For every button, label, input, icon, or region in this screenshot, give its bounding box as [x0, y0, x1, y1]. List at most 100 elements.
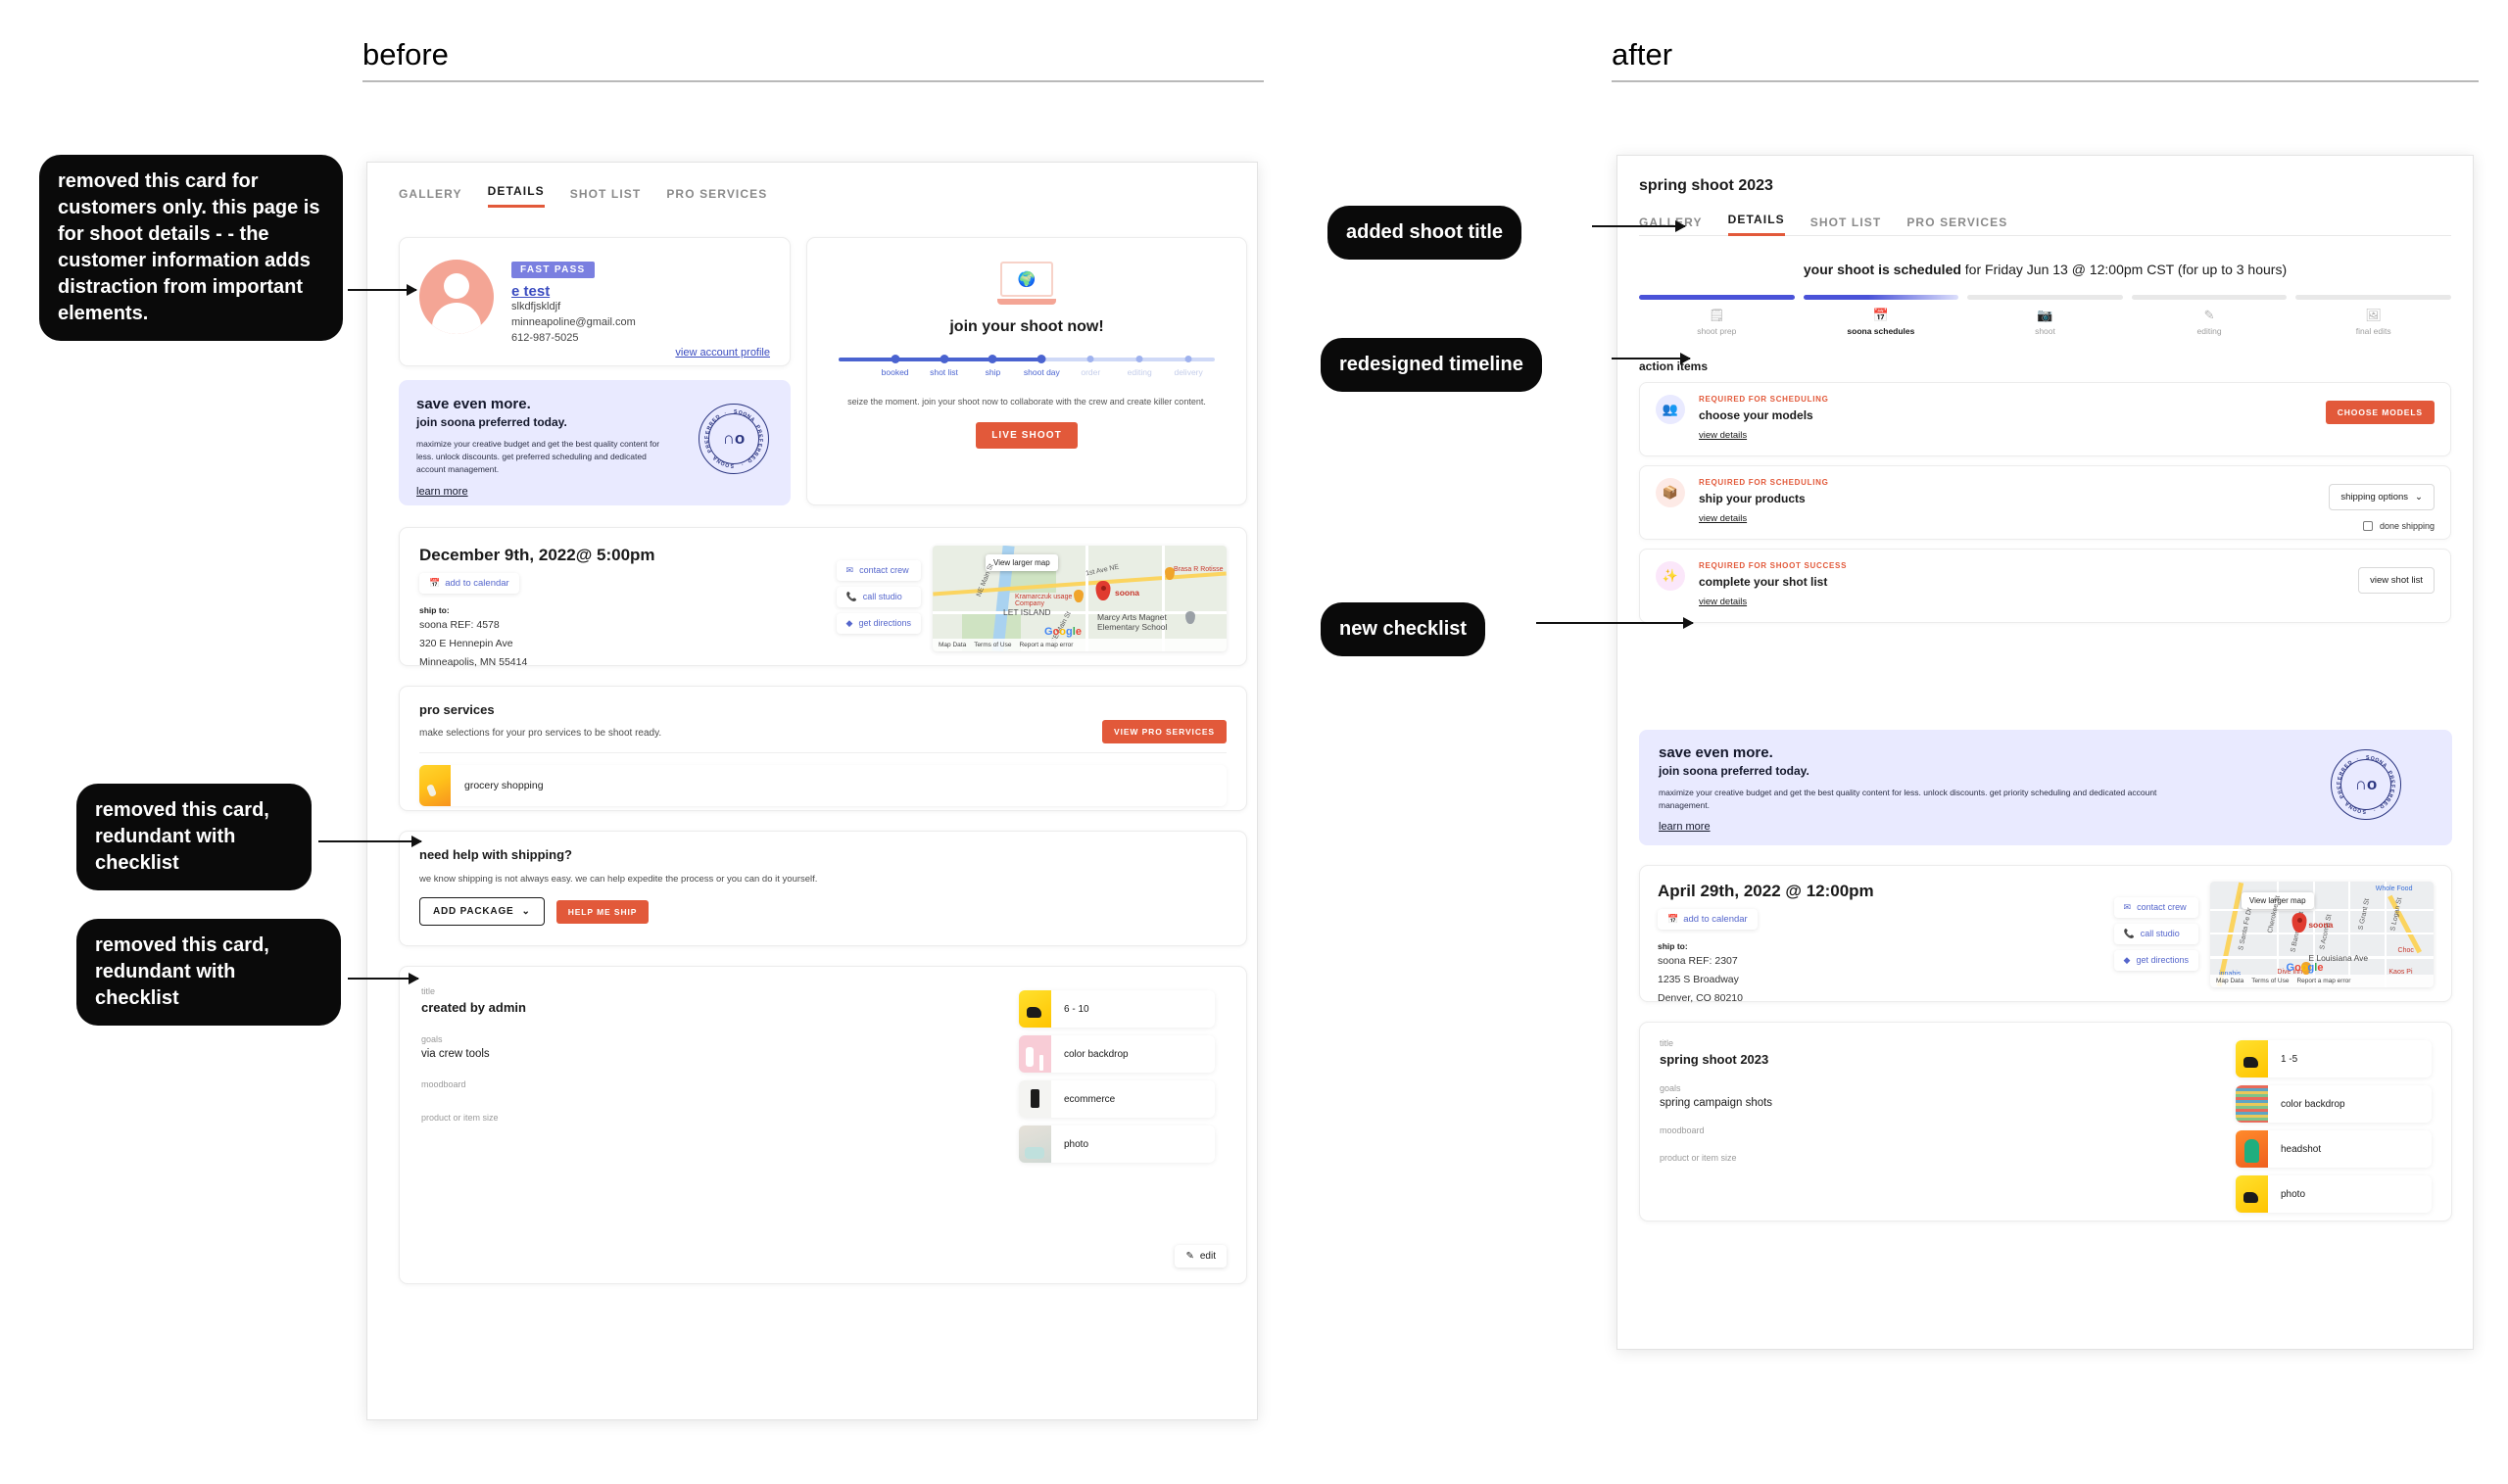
tile-label: 1 -5	[2281, 1053, 2298, 1065]
detail-tile[interactable]: photo	[1019, 1125, 1215, 1163]
help-me-ship-button[interactable]: HELP ME SHIP	[555, 899, 650, 924]
view-account-profile-link[interactable]: view account profile	[511, 347, 770, 359]
timeline-step-shoot-prep[interactable]: 🗒 shoot prep	[1639, 295, 1795, 336]
call-studio-button[interactable]: 📞 call studio	[836, 586, 921, 607]
timeline-dot-order[interactable]	[1086, 356, 1094, 362]
live-shoot-button[interactable]: LIVE SHOOT	[976, 422, 1078, 450]
profile-company: slkdfjskldjf	[511, 301, 561, 312]
fast-pass-badge: FAST PASS	[511, 262, 595, 278]
view-details-link[interactable]: view details	[1699, 597, 1747, 607]
timeline-step-soona-schedules[interactable]: 📅 soona schedules	[1803, 295, 1959, 336]
save-subheading: join soona preferred today.	[1659, 764, 1809, 778]
tile-thumbnail-icon	[1019, 990, 1051, 1028]
action-item-shot-list: ✨ REQUIRED FOR SHOOT SUCCESS complete yo…	[1639, 549, 2451, 623]
timeline-dot-shoot-day[interactable]	[1037, 355, 1046, 363]
join-shoot-title: join your shoot now!	[949, 318, 1104, 335]
tile-label: color backdrop	[2281, 1098, 2345, 1110]
get-directions-button[interactable]: ◆ get directions	[836, 612, 921, 634]
map-report-label[interactable]: Report a map error	[1019, 642, 1073, 648]
detail-tile[interactable]: photo	[2236, 1175, 2432, 1213]
tile-thumbnail-icon	[2236, 1130, 2268, 1168]
action-item-controls: CHOOSE MODELS	[2325, 401, 2435, 424]
timeline-dot-shot-list[interactable]	[940, 355, 949, 363]
tile-thumbnail-icon	[2236, 1085, 2268, 1123]
timeline-step-shoot[interactable]: 📷 shoot	[1967, 295, 2123, 336]
timeline-bar	[1803, 295, 1959, 300]
ship-to-ref: soona REF: 4578	[419, 619, 500, 631]
call-studio-button[interactable]: 📞 call studio	[2113, 923, 2198, 944]
contact-crew-button[interactable]: ✉ contact crew	[836, 559, 921, 581]
tile-label: color backdrop	[1064, 1048, 1129, 1060]
add-to-calendar-button[interactable]: 📅 add to calendar	[1658, 909, 1758, 930]
pro-services-card: pro services make selections for your pr…	[399, 686, 1247, 811]
add-to-calendar-button[interactable]: 📅 add to calendar	[419, 573, 519, 594]
after-timeline: 🗒 shoot prep 📅 soona schedules 📷 shoot ✎	[1639, 295, 2451, 336]
detail-tile[interactable]: 6 - 10	[1019, 990, 1215, 1028]
soona-preferred-seal: ∩o SOONA PREFERRED · SOONA PREFERRED ·	[2331, 749, 2401, 820]
view-larger-map-button[interactable]: View larger map	[986, 553, 1058, 571]
contact-crew-label: contact crew	[2137, 902, 2187, 912]
tab-pro-services[interactable]: PRO SERVICES	[1906, 215, 2007, 236]
action-item-tag: REQUIRED FOR SHOOT SUCCESS	[1699, 561, 1848, 570]
tile-thumbnail-icon	[1019, 1080, 1051, 1118]
timeline-dot-editing[interactable]	[1135, 356, 1143, 362]
detail-tile[interactable]: headshot	[2236, 1130, 2432, 1168]
profile-email: minneapoline@gmail.com	[511, 315, 636, 328]
action-item-title: choose your models	[1699, 408, 1813, 422]
tab-shot-list[interactable]: SHOT LIST	[1810, 215, 1882, 236]
shipping-body: we know shipping is not always easy. we …	[419, 874, 818, 885]
tab-pro-services[interactable]: PRO SERVICES	[666, 187, 767, 208]
view-details-link[interactable]: view details	[1699, 513, 1747, 524]
detail-tile[interactable]: 1 -5	[2236, 1040, 2432, 1077]
timeline-dot-delivery[interactable]	[1184, 356, 1192, 362]
map-poi-school	[1185, 610, 1195, 624]
timeline-label: shoot	[2035, 326, 2055, 336]
add-to-calendar-label: add to calendar	[445, 578, 509, 589]
ship-to-city: Denver, CO 80210	[1658, 991, 1743, 1004]
view-shot-list-button[interactable]: view shot list	[2358, 567, 2435, 594]
timeline-step-editing[interactable]: ✎ editing	[2131, 295, 2288, 336]
timeline-dot-booked[interactable]	[891, 355, 900, 363]
choose-models-button[interactable]: CHOOSE MODELS	[2325, 401, 2435, 424]
save-body: maximize your creative budget and get th…	[1659, 788, 2157, 811]
map-report-label[interactable]: Report a map error	[2296, 978, 2350, 984]
learn-more-link[interactable]: learn more	[416, 486, 468, 498]
add-package-button[interactable]: ADD PACKAGE ⌄	[419, 897, 545, 926]
join-shoot-subtitle: seize the moment. join your shoot now to…	[847, 397, 1206, 407]
view-pro-services-button[interactable]: VIEW PRO SERVICES	[1102, 720, 1227, 743]
learn-more-link[interactable]: learn more	[1659, 821, 1711, 833]
map-terms-label[interactable]: Terms of Use	[974, 642, 1011, 648]
tab-details[interactable]: DETAILS	[487, 184, 545, 208]
tab-shot-list[interactable]: SHOT LIST	[570, 187, 642, 208]
detail-tile[interactable]: ecommerce	[1019, 1080, 1215, 1118]
shipping-options-dropdown[interactable]: shipping options ⌄	[2329, 484, 2435, 510]
get-directions-button[interactable]: ◆ get directions	[2113, 949, 2198, 971]
section-header-after: after	[1612, 37, 2479, 82]
tab-gallery[interactable]: GALLERY	[399, 187, 462, 208]
detail-tile[interactable]: color backdrop	[2236, 1085, 2432, 1123]
annotation-removed-customer-card: removed this card for customers only. th…	[39, 155, 343, 341]
done-shipping-row[interactable]: done shipping	[2329, 521, 2435, 531]
view-details-link[interactable]: view details	[1699, 430, 1747, 441]
map-terms-label[interactable]: Terms of Use	[2251, 978, 2289, 984]
moodboard-label: moodboard	[421, 1079, 466, 1089]
shoot-date: April 29th, 2022 @ 12:00pm	[1658, 882, 1874, 900]
avatar	[419, 260, 494, 334]
customer-profile-card: FAST PASS e test slkdfjskldjf minneapoli…	[399, 237, 791, 366]
map-after[interactable]: View larger map Whole Food S Santa Fe Dr…	[2210, 882, 2434, 987]
tab-details[interactable]: DETAILS	[1727, 213, 1785, 236]
detail-tile[interactable]: color backdrop	[1019, 1035, 1215, 1073]
edit-button[interactable]: ✎ edit	[1175, 1245, 1227, 1268]
done-shipping-checkbox[interactable]	[2362, 521, 2373, 531]
timeline-dot-ship[interactable]	[988, 355, 997, 363]
annotation-removed-shipping: removed this card, redundant with checkl…	[76, 919, 341, 1026]
timeline-step-final-edits[interactable]: 🖼 final edits	[2295, 295, 2451, 336]
contact-crew-button[interactable]: ✉ contact crew	[2113, 896, 2198, 918]
map-label-1st-ave: 1st Ave NE	[1085, 563, 1120, 578]
pro-service-item[interactable]: grocery shopping	[419, 765, 1227, 806]
map-before[interactable]: View larger map NE Main St 1st Ave NE Br…	[933, 546, 1227, 651]
action-item-tag: REQUIRED FOR SCHEDULING	[1699, 478, 1829, 487]
contact-crew-label: contact crew	[859, 565, 909, 575]
profile-name-link[interactable]: e test	[511, 283, 770, 300]
annotation-removed-pro-services: removed this card, redundant with checkl…	[76, 784, 312, 890]
